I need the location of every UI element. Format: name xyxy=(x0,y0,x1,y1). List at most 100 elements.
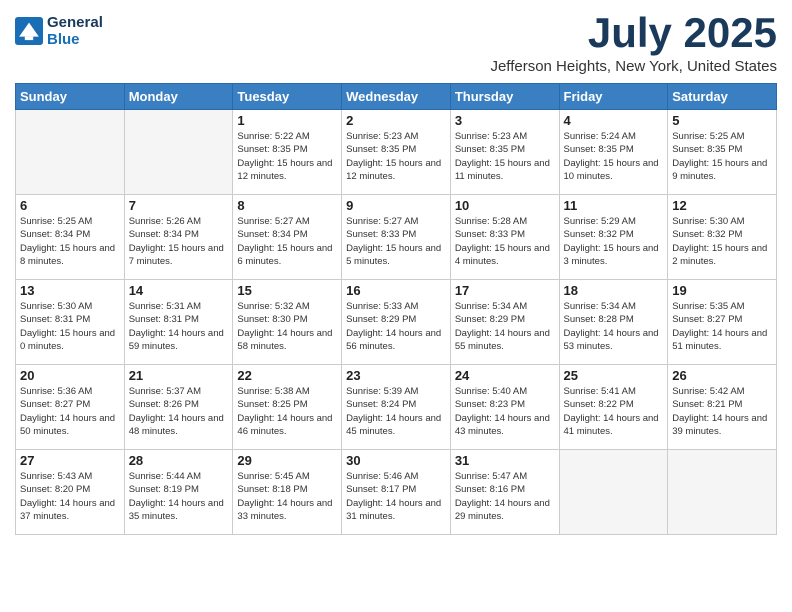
day-info: Sunrise: 5:35 AMSunset: 8:27 PMDaylight:… xyxy=(672,300,772,353)
day-number: 16 xyxy=(346,283,446,298)
calendar-cell: 14Sunrise: 5:31 AMSunset: 8:31 PMDayligh… xyxy=(124,280,233,365)
weekday-header: Friday xyxy=(559,84,668,110)
day-info: Sunrise: 5:29 AMSunset: 8:32 PMDaylight:… xyxy=(564,215,664,268)
title-block: July 2025 Jefferson Heights, New York, U… xyxy=(490,10,777,75)
weekday-header: Thursday xyxy=(450,84,559,110)
calendar-cell: 29 Sunrise: 5:45 AMSunset: 8:18 PMDayligh… xyxy=(233,450,342,535)
calendar-cell: 4Sunrise: 5:24 AMSunset: 8:35 PMDaylight… xyxy=(559,110,668,195)
calendar-week-row: 20 Sunrise: 5:36 AMSunset: 8:27 PMDayligh… xyxy=(16,365,777,450)
weekday-header: Monday xyxy=(124,84,233,110)
page: General Blue July 2025 Jefferson Heights… xyxy=(0,0,792,612)
calendar-cell: 24 Sunrise: 5:40 AMSunset: 8:23 PMDayligh… xyxy=(450,365,559,450)
weekday-header: Saturday xyxy=(668,84,777,110)
calendar-cell: 30Sunrise: 5:46 AMSunset: 8:17 PMDayligh… xyxy=(342,450,451,535)
calendar-cell: 20 Sunrise: 5:36 AMSunset: 8:27 PMDayligh… xyxy=(16,365,125,450)
day-number: 9 xyxy=(346,198,446,213)
day-number: 18 xyxy=(564,283,664,298)
calendar-cell: 21 Sunrise: 5:37 AMSunset: 8:26 PMDayligh… xyxy=(124,365,233,450)
calendar-cell: 19 Sunrise: 5:35 AMSunset: 8:27 PMDayligh… xyxy=(668,280,777,365)
weekday-header: Sunday xyxy=(16,84,125,110)
calendar-cell: 6Sunrise: 5:25 AMSunset: 8:34 PMDaylight… xyxy=(16,195,125,280)
day-number: 29 xyxy=(237,453,337,468)
calendar-cell: 18 Sunrise: 5:34 AMSunset: 8:28 PMDayligh… xyxy=(559,280,668,365)
logo-icon xyxy=(15,17,43,45)
calendar-week-row: 6Sunrise: 5:25 AMSunset: 8:34 PMDaylight… xyxy=(16,195,777,280)
weekday-header: Wednesday xyxy=(342,84,451,110)
day-number: 26 xyxy=(672,368,772,383)
calendar-cell: 3 Sunrise: 5:23 AMSunset: 8:35 PMDaylight… xyxy=(450,110,559,195)
calendar-cell: 15Sunrise: 5:32 AMSunset: 8:30 PMDayligh… xyxy=(233,280,342,365)
day-info: Sunrise: 5:27 AMSunset: 8:33 PMDaylight:… xyxy=(346,215,446,268)
day-info: Sunrise: 5:34 AMSunset: 8:28 PMDaylight:… xyxy=(564,300,664,353)
calendar: SundayMondayTuesdayWednesdayThursdayFrid… xyxy=(15,83,777,535)
calendar-week-row: 27Sunrise: 5:43 AMSunset: 8:20 PMDayligh… xyxy=(16,450,777,535)
day-number: 3 xyxy=(455,113,555,128)
day-number: 28 xyxy=(129,453,229,468)
calendar-cell: 10Sunrise: 5:28 AMSunset: 8:33 PMDayligh… xyxy=(450,195,559,280)
day-number: 21 xyxy=(129,368,229,383)
day-number: 17 xyxy=(455,283,555,298)
calendar-cell xyxy=(559,450,668,535)
day-info: Sunrise: 5:30 AMSunset: 8:32 PMDaylight:… xyxy=(672,215,772,268)
calendar-cell: 22 Sunrise: 5:38 AMSunset: 8:25 PMDayligh… xyxy=(233,365,342,450)
day-number: 12 xyxy=(672,198,772,213)
month-title: July 2025 xyxy=(490,10,777,56)
calendar-cell: 1 Sunrise: 5:22 AMSunset: 8:35 PMDaylight… xyxy=(233,110,342,195)
day-number: 2 xyxy=(346,113,446,128)
day-info: Sunrise: 5:25 AMSunset: 8:34 PMDaylight:… xyxy=(20,215,120,268)
day-info: Sunrise: 5:41 AMSunset: 8:22 PMDaylight:… xyxy=(564,385,664,438)
day-number: 23 xyxy=(346,368,446,383)
day-info: Sunrise: 5:40 AMSunset: 8:23 PMDaylight:… xyxy=(455,385,555,438)
day-number: 24 xyxy=(455,368,555,383)
day-info: Sunrise: 5:30 AMSunset: 8:31 PMDaylight:… xyxy=(20,300,120,353)
day-info: Sunrise: 5:22 AMSunset: 8:35 PMDaylight:… xyxy=(237,130,337,183)
calendar-cell: 2 Sunrise: 5:23 AMSunset: 8:35 PMDaylight… xyxy=(342,110,451,195)
day-number: 8 xyxy=(237,198,337,213)
day-number: 5 xyxy=(672,113,772,128)
calendar-cell: 9 Sunrise: 5:27 AMSunset: 8:33 PMDaylight… xyxy=(342,195,451,280)
day-info: Sunrise: 5:37 AMSunset: 8:26 PMDaylight:… xyxy=(129,385,229,438)
day-info: Sunrise: 5:39 AMSunset: 8:24 PMDaylight:… xyxy=(346,385,446,438)
day-info: Sunrise: 5:44 AMSunset: 8:19 PMDaylight:… xyxy=(129,470,229,523)
day-info: Sunrise: 5:23 AMSunset: 8:35 PMDaylight:… xyxy=(455,130,555,183)
day-number: 30 xyxy=(346,453,446,468)
day-info: Sunrise: 5:45 AMSunset: 8:18 PMDaylight:… xyxy=(237,470,337,523)
calendar-cell: 25 Sunrise: 5:41 AMSunset: 8:22 PMDayligh… xyxy=(559,365,668,450)
location: Jefferson Heights, New York, United Stat… xyxy=(490,58,777,75)
header: General Blue July 2025 Jefferson Heights… xyxy=(15,10,777,75)
day-info: Sunrise: 5:28 AMSunset: 8:33 PMDaylight:… xyxy=(455,215,555,268)
day-number: 22 xyxy=(237,368,337,383)
day-number: 11 xyxy=(564,198,664,213)
day-number: 1 xyxy=(237,113,337,128)
logo-text: General Blue xyxy=(47,14,103,48)
day-number: 25 xyxy=(564,368,664,383)
day-info: Sunrise: 5:32 AMSunset: 8:30 PMDaylight:… xyxy=(237,300,337,353)
calendar-cell xyxy=(668,450,777,535)
calendar-cell: 26Sunrise: 5:42 AMSunset: 8:21 PMDayligh… xyxy=(668,365,777,450)
logo: General Blue xyxy=(15,14,103,48)
day-info: Sunrise: 5:26 AMSunset: 8:34 PMDaylight:… xyxy=(129,215,229,268)
calendar-cell: 16 Sunrise: 5:33 AMSunset: 8:29 PMDayligh… xyxy=(342,280,451,365)
day-number: 20 xyxy=(20,368,120,383)
day-info: Sunrise: 5:31 AMSunset: 8:31 PMDaylight:… xyxy=(129,300,229,353)
day-info: Sunrise: 5:23 AMSunset: 8:35 PMDaylight:… xyxy=(346,130,446,183)
day-info: Sunrise: 5:33 AMSunset: 8:29 PMDaylight:… xyxy=(346,300,446,353)
day-info: Sunrise: 5:38 AMSunset: 8:25 PMDaylight:… xyxy=(237,385,337,438)
calendar-cell: 13Sunrise: 5:30 AMSunset: 8:31 PMDayligh… xyxy=(16,280,125,365)
day-info: Sunrise: 5:43 AMSunset: 8:20 PMDaylight:… xyxy=(20,470,120,523)
calendar-header-row: SundayMondayTuesdayWednesdayThursdayFrid… xyxy=(16,84,777,110)
calendar-cell: 23 Sunrise: 5:39 AMSunset: 8:24 PMDayligh… xyxy=(342,365,451,450)
day-number: 19 xyxy=(672,283,772,298)
calendar-cell: 17 Sunrise: 5:34 AMSunset: 8:29 PMDayligh… xyxy=(450,280,559,365)
calendar-week-row: 1 Sunrise: 5:22 AMSunset: 8:35 PMDaylight… xyxy=(16,110,777,195)
day-info: Sunrise: 5:36 AMSunset: 8:27 PMDaylight:… xyxy=(20,385,120,438)
day-info: Sunrise: 5:34 AMSunset: 8:29 PMDaylight:… xyxy=(455,300,555,353)
calendar-cell: 8 Sunrise: 5:27 AMSunset: 8:34 PMDaylight… xyxy=(233,195,342,280)
day-info: Sunrise: 5:27 AMSunset: 8:34 PMDaylight:… xyxy=(237,215,337,268)
calendar-week-row: 13Sunrise: 5:30 AMSunset: 8:31 PMDayligh… xyxy=(16,280,777,365)
calendar-cell: 12 Sunrise: 5:30 AMSunset: 8:32 PMDayligh… xyxy=(668,195,777,280)
day-info: Sunrise: 5:47 AMSunset: 8:16 PMDaylight:… xyxy=(455,470,555,523)
calendar-cell: 5Sunrise: 5:25 AMSunset: 8:35 PMDaylight… xyxy=(668,110,777,195)
calendar-cell: 7Sunrise: 5:26 AMSunset: 8:34 PMDaylight… xyxy=(124,195,233,280)
day-info: Sunrise: 5:24 AMSunset: 8:35 PMDaylight:… xyxy=(564,130,664,183)
